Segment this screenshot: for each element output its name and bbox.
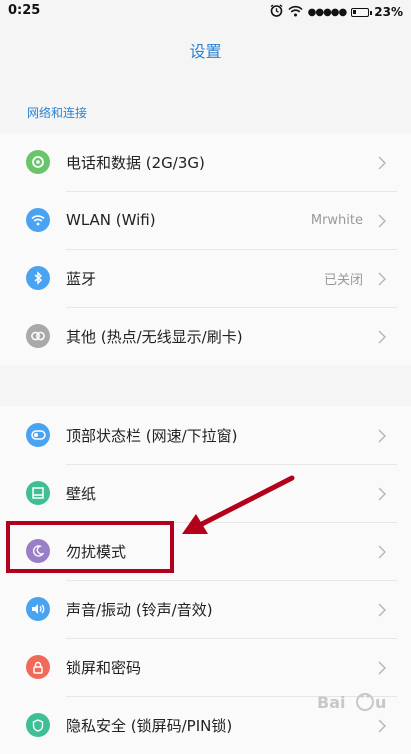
settings-item-bluetooth[interactable]: 蓝牙 已关闭 [0, 249, 411, 307]
chevron-right-icon [378, 213, 386, 232]
lock-icon [26, 655, 50, 679]
settings-item-sound[interactable]: 声音/振动 (铃声/音效) [0, 580, 411, 638]
settings-item-label: 蓝牙 [66, 269, 97, 288]
settings-item-label: WLAN (Wifi) [66, 211, 156, 229]
alarm-icon [270, 4, 283, 20]
battery-percent: 23% [374, 5, 403, 19]
signal-dots: ●●●●● [307, 6, 348, 18]
page-title: 设置 [189, 42, 222, 61]
link-icon [26, 324, 50, 348]
highlight-box [6, 521, 174, 573]
speaker-icon [26, 597, 50, 621]
wifi-icon [26, 208, 50, 232]
settings-item-label: 隐私安全 (锁屏码/PIN锁) [66, 716, 233, 735]
settings-item-status-bar[interactable]: 顶部状态栏 (网速/下拉窗) [0, 406, 411, 464]
settings-item-label: 声音/振动 (铃声/音效) [66, 600, 213, 619]
chevron-right-icon [378, 428, 386, 447]
status-bar: 0:25 ●●●●● 23% [0, 0, 411, 24]
annotation-arrow-icon [182, 475, 295, 534]
shield-icon [26, 713, 50, 737]
settings-item-other[interactable]: 其他 (热点/无线显示/刷卡) [0, 307, 411, 365]
wifi-status-icon [288, 5, 303, 20]
chevron-right-icon [378, 544, 386, 563]
svg-text:u: u [375, 693, 386, 712]
bluetooth-icon [26, 266, 50, 290]
chevron-right-icon [378, 602, 386, 621]
toggle-icon [26, 423, 50, 447]
settings-item-label: 其他 (热点/无线显示/刷卡) [66, 327, 243, 346]
settings-item-phone-data[interactable]: 电话和数据 (2G/3G) [0, 133, 411, 191]
wallpaper-icon [26, 481, 50, 505]
phone-data-icon [26, 150, 50, 174]
section-header-network: 网络和连接 [27, 106, 88, 120]
baidu-watermark-icon: Bai u [317, 693, 386, 712]
settings-item-label: 锁屏和密码 [66, 658, 142, 677]
battery-icon [351, 7, 373, 17]
chevron-right-icon [378, 660, 386, 679]
settings-item-wlan[interactable]: WLAN (Wifi) Mrwhite [0, 191, 411, 249]
svg-text:Bai: Bai [317, 693, 345, 712]
chevron-right-icon [378, 486, 386, 505]
settings-item-value: 已关闭 [323, 272, 363, 288]
chevron-right-icon [378, 271, 386, 290]
settings-item-label: 电话和数据 (2G/3G) [66, 153, 205, 172]
settings-item-value: Mrwhite [310, 212, 363, 228]
status-right: ●●●●● 23% [270, 3, 403, 21]
settings-item-label: 顶部状态栏 (网速/下拉窗) [66, 426, 238, 445]
settings-group-network: 电话和数据 (2G/3G) WLAN (Wifi) Mrwhite 蓝牙 已关闭… [0, 133, 411, 365]
status-time: 0:25 [8, 3, 41, 18]
settings-item-label: 壁纸 [66, 484, 97, 503]
chevron-right-icon [378, 329, 386, 348]
chevron-right-icon [378, 155, 386, 174]
